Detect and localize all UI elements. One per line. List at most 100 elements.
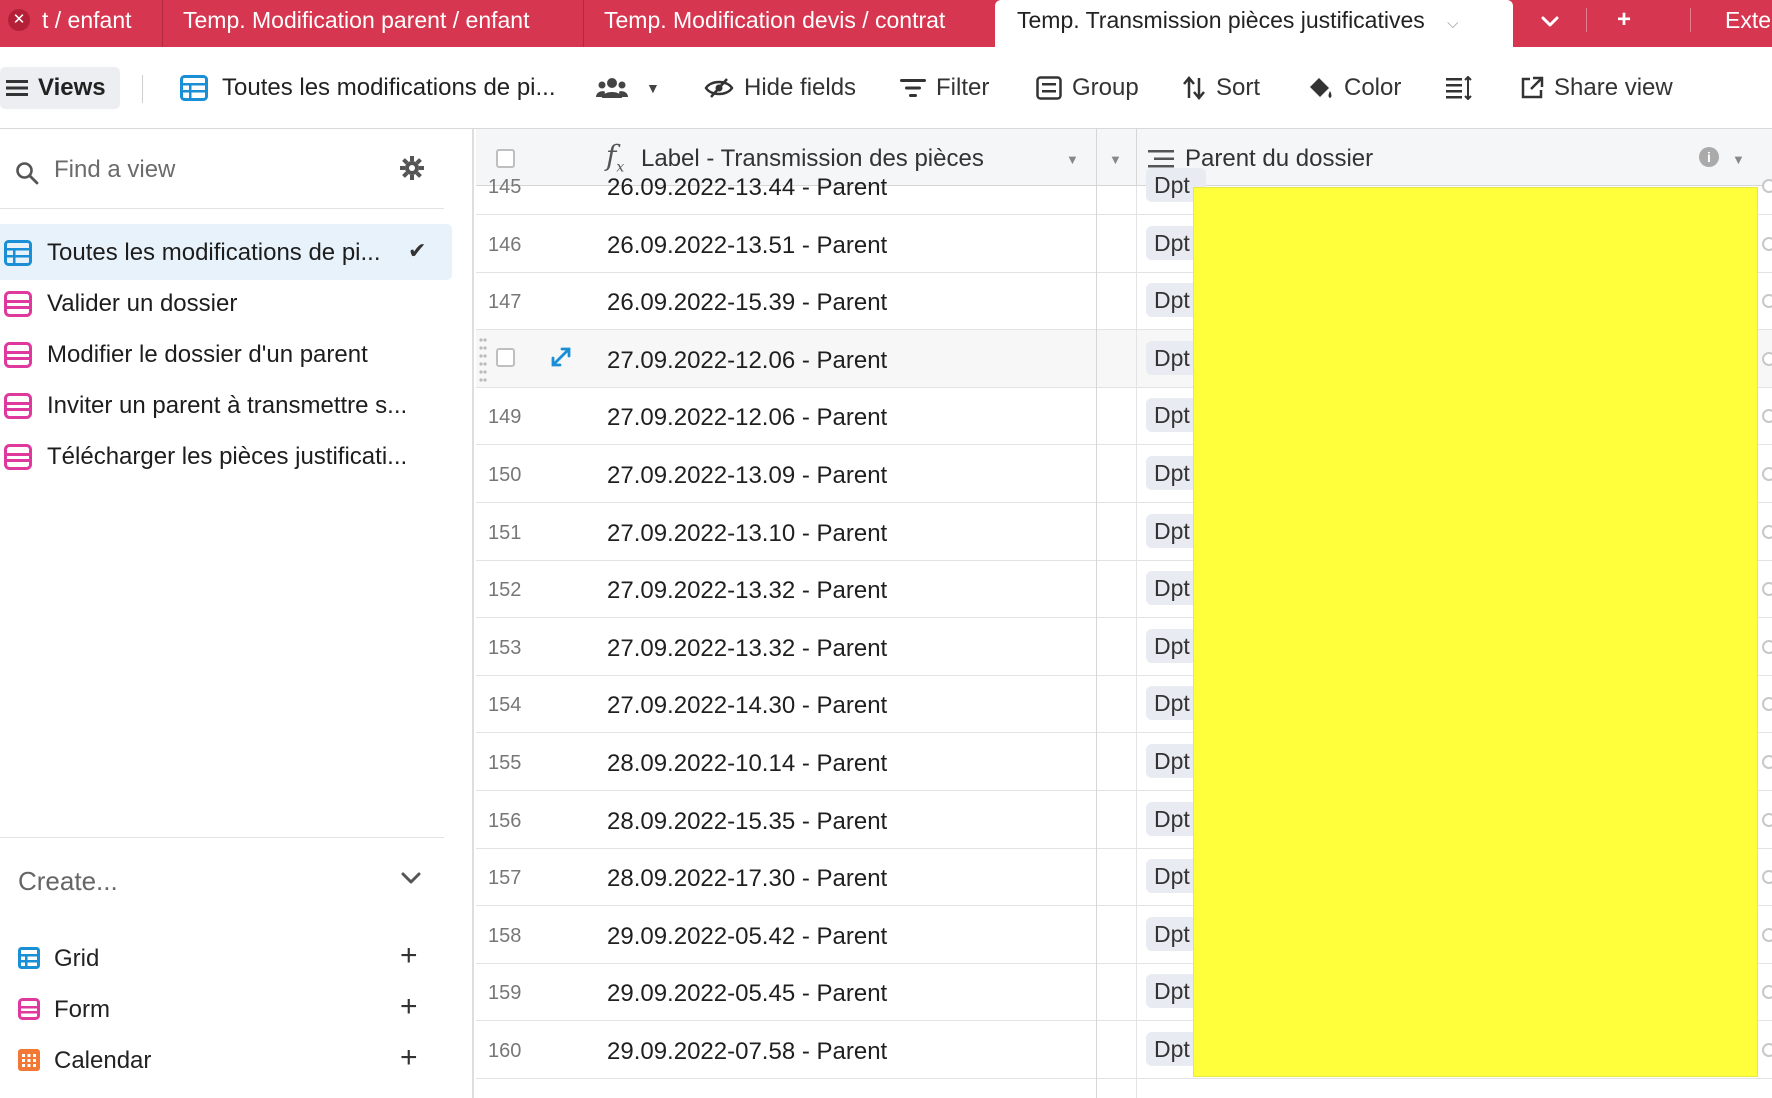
create-item-label: Form: [54, 996, 110, 1023]
sidebar-view-all-modifications[interactable]: Toutes les modifications de pi... ✔: [0, 224, 452, 280]
hide-fields-button[interactable]: Hide fields: [704, 47, 856, 129]
sidebar-view-validate-dossier[interactable]: Valider un dossier: [0, 275, 452, 331]
table-tab-label: t / enfant: [42, 7, 132, 33]
record-link-dot: [1762, 870, 1772, 884]
table-tab-active[interactable]: Temp. Transmission pièces justificatives…: [995, 0, 1513, 47]
share-icon: [1520, 76, 1544, 100]
form-icon: [4, 291, 32, 324]
search-icon: [15, 161, 39, 190]
row-label-cell[interactable]: 27.09.2022-13.32 - Parent: [607, 635, 887, 663]
share-view-label: Share view: [1554, 74, 1673, 101]
records-grid: fx Label - Transmission des pièces ▼ ▼ P…: [476, 129, 1772, 1098]
table-tab[interactable]: Temp. Modification parent / enfant: [162, 0, 549, 47]
current-view-name: Toutes les modifications de pi...: [222, 74, 556, 101]
hamburger-icon: [6, 79, 28, 97]
share-view-button[interactable]: Share view: [1520, 47, 1673, 129]
create-item-label: Grid: [54, 945, 100, 972]
filter-icon: [900, 78, 926, 98]
views-label: Views: [38, 74, 106, 101]
row-label-cell[interactable]: 29.09.2022-05.42 - Parent: [607, 923, 887, 951]
filter-label: Filter: [936, 74, 990, 101]
sidebar-view-modify-parent-dossier[interactable]: Modifier le dossier d'un parent: [0, 326, 452, 382]
record-link-dot: [1762, 985, 1772, 999]
row-label-cell[interactable]: 28.09.2022-10.14 - Parent: [607, 750, 887, 778]
row-label-cell[interactable]: 26.09.2022-13.44 - Parent: [607, 174, 887, 202]
row-number: 159: [488, 982, 522, 1004]
table-tab-label: Temp. Transmission pièces justificatives: [1017, 7, 1425, 33]
group-label: Group: [1072, 74, 1139, 101]
close-icon[interactable]: ✕: [8, 9, 30, 31]
row-number: 155: [488, 752, 522, 774]
sort-button[interactable]: Sort: [1182, 47, 1260, 129]
create-form-button[interactable]: Form +: [0, 984, 444, 1034]
row-number: 156: [488, 810, 522, 832]
record-link-dot: [1762, 409, 1772, 423]
create-calendar-button[interactable]: Calendar +: [0, 1035, 444, 1085]
row-number: 150: [488, 464, 522, 486]
views-button[interactable]: Views: [0, 67, 120, 109]
chevron-down-icon[interactable]: [400, 871, 422, 890]
record-link-dot: [1762, 640, 1772, 654]
view-collaborators-button[interactable]: ▼: [596, 47, 660, 129]
record-link-dot: [1762, 1043, 1772, 1057]
grid-icon: [18, 947, 40, 976]
row-checkbox[interactable]: [496, 348, 515, 367]
row-label-cell[interactable]: 27.09.2022-13.32 - Parent: [607, 577, 887, 605]
current-view-button[interactable]: Toutes les modifications de pi...: [180, 47, 556, 129]
view-toolbar: Views Toutes les modifications de pi... …: [0, 47, 1772, 129]
create-item-label: Calendar: [54, 1047, 152, 1074]
chevron-down-icon[interactable]: ⌵: [1447, 15, 1458, 32]
paint-bucket-icon: [1306, 76, 1334, 100]
row-label-cell[interactable]: 27.09.2022-12.06 - Parent: [607, 347, 887, 375]
color-button[interactable]: Color: [1306, 47, 1401, 129]
table-tab[interactable]: Temp. Modification devis / contrat: [583, 0, 965, 47]
create-section-toggle[interactable]: Create...: [18, 866, 118, 897]
search-input[interactable]: Find a view: [54, 156, 175, 184]
row-height-button[interactable]: [1446, 47, 1482, 129]
row-number: 154: [488, 694, 522, 716]
group-icon: [1036, 76, 1062, 100]
add-table-button[interactable]: +: [1596, 0, 1652, 47]
extensions-tab[interactable]: Exte: [1705, 0, 1772, 47]
row-number: 153: [488, 637, 522, 659]
hide-fields-label: Hide fields: [744, 74, 857, 101]
drag-handle-icon[interactable]: [479, 336, 487, 382]
row-label-cell[interactable]: 27.09.2022-13.09 - Parent: [607, 462, 887, 490]
row-label-cell[interactable]: 26.09.2022-15.39 - Parent: [607, 289, 887, 317]
record-link-dot: [1762, 813, 1772, 827]
find-view-search[interactable]: Find a view: [0, 129, 444, 209]
row-number: 147: [488, 291, 522, 313]
row-label-cell[interactable]: 27.09.2022-14.30 - Parent: [607, 692, 887, 720]
record-link-dot: [1762, 697, 1772, 711]
plus-icon: +: [400, 1041, 418, 1074]
table-tab[interactable]: ✕ t / enfant: [8, 0, 152, 47]
views-sidebar: Find a view Toutes les modifications de …: [0, 129, 474, 1098]
row-label-cell[interactable]: 28.09.2022-17.30 - Parent: [607, 865, 887, 893]
sidebar-view-download-documents[interactable]: Télécharger les pièces justificati...: [0, 428, 452, 484]
expand-record-icon[interactable]: [550, 346, 572, 373]
create-grid-button[interactable]: Grid +: [0, 933, 444, 983]
row-number: 151: [488, 522, 522, 544]
tab-bar: ✕ t / enfant Temp. Modification parent /…: [0, 0, 1772, 47]
sidebar-view-invite-parent[interactable]: Inviter un parent à transmettre s...: [0, 377, 452, 433]
row-number: 149: [488, 406, 522, 428]
grid-icon: [4, 240, 32, 273]
row-label-cell[interactable]: 29.09.2022-05.45 - Parent: [607, 980, 887, 1008]
sort-label: Sort: [1216, 74, 1261, 101]
row-number: 146: [488, 234, 522, 256]
record-link-dot: [1762, 525, 1772, 539]
filter-button[interactable]: Filter: [900, 47, 989, 129]
row-label-cell[interactable]: 27.09.2022-12.06 - Parent: [607, 404, 887, 432]
row-number: 158: [488, 925, 522, 947]
row-label-cell[interactable]: 28.09.2022-15.35 - Parent: [607, 808, 887, 836]
table-tab-label: Temp. Modification devis / contrat: [604, 7, 946, 33]
tables-dropdown-button[interactable]: [1520, 0, 1580, 47]
users-icon: [596, 77, 628, 99]
plus-icon: +: [400, 939, 418, 972]
row-label-cell[interactable]: 29.09.2022-07.58 - Parent: [607, 1038, 887, 1066]
row-label-cell[interactable]: 27.09.2022-13.10 - Parent: [607, 520, 887, 548]
gear-icon[interactable]: [400, 156, 424, 185]
group-button[interactable]: Group: [1036, 47, 1139, 129]
row-label-cell[interactable]: 26.09.2022-13.51 - Parent: [607, 232, 887, 260]
toolbar-divider: [142, 75, 143, 103]
